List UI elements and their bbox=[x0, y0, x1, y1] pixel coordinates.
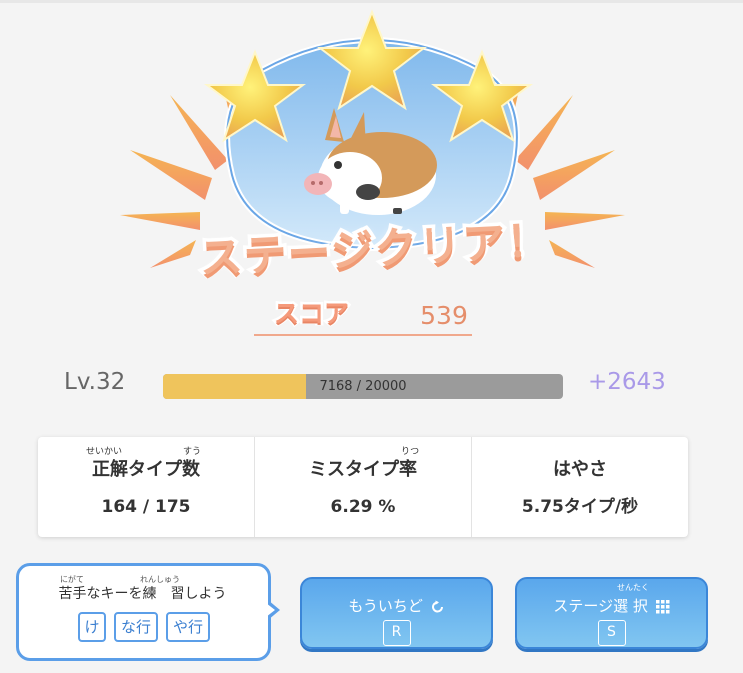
score-underline bbox=[254, 334, 472, 336]
xp-progress-text: 7168 / 20000 bbox=[319, 379, 407, 394]
practice-chip-ke[interactable]: け bbox=[78, 612, 106, 642]
retry-label: もういちど bbox=[348, 597, 423, 615]
retry-shortcut-key: R bbox=[382, 620, 411, 646]
retry-button[interactable]: もういちど R bbox=[300, 577, 493, 649]
xp-progress-bar: 7168 / 20000 bbox=[163, 374, 563, 399]
stat-title: ミスタイプ率 bbox=[309, 459, 417, 480]
retry-arrow-icon bbox=[431, 600, 443, 612]
stat-value: 164 / 175 bbox=[101, 497, 191, 517]
stat-title: 正解タイプ数 bbox=[92, 459, 200, 480]
stat-miss-rate: りつ ミスタイプ率 6.29 % bbox=[255, 437, 472, 537]
stat-value: 6.29 % bbox=[330, 497, 396, 517]
stat-value: 5.75タイプ/秒 bbox=[521, 497, 639, 517]
ruby-sentaku: せんたく bbox=[617, 583, 649, 592]
level-label: Lv.32 bbox=[64, 369, 126, 395]
practice-text: 苦手なキーを練 習しよう bbox=[58, 586, 227, 602]
stage-select-label: ステージ選 択 bbox=[553, 597, 648, 615]
stage-select-label-row: ステージ選 択 bbox=[517, 595, 706, 617]
stage-select-shortcut-key: S bbox=[597, 620, 626, 646]
grid-icon bbox=[655, 599, 670, 613]
xp-gain: +2643 bbox=[588, 369, 666, 395]
stat-speed: はやさ 5.75タイプ/秒 bbox=[472, 437, 688, 537]
bubble-tail-inner bbox=[266, 603, 275, 617]
stat-correct-types: せいかい すう 正解タイプ数 164 / 175 bbox=[38, 437, 255, 537]
practice-chip-ya-row[interactable]: や行 bbox=[166, 612, 210, 642]
score-value: 539 bbox=[420, 301, 468, 330]
retry-label-row: もういちど bbox=[302, 595, 491, 617]
stats-card: せいかい すう 正解タイプ数 164 / 175 りつ ミスタイプ率 6.29 … bbox=[38, 437, 688, 537]
practice-chip-na-row[interactable]: な行 bbox=[114, 612, 158, 642]
stage-select-button[interactable]: せんたく ステージ選 択 S bbox=[515, 577, 708, 649]
score-label: スコア bbox=[272, 297, 352, 331]
stat-title: はやさ bbox=[553, 459, 607, 480]
